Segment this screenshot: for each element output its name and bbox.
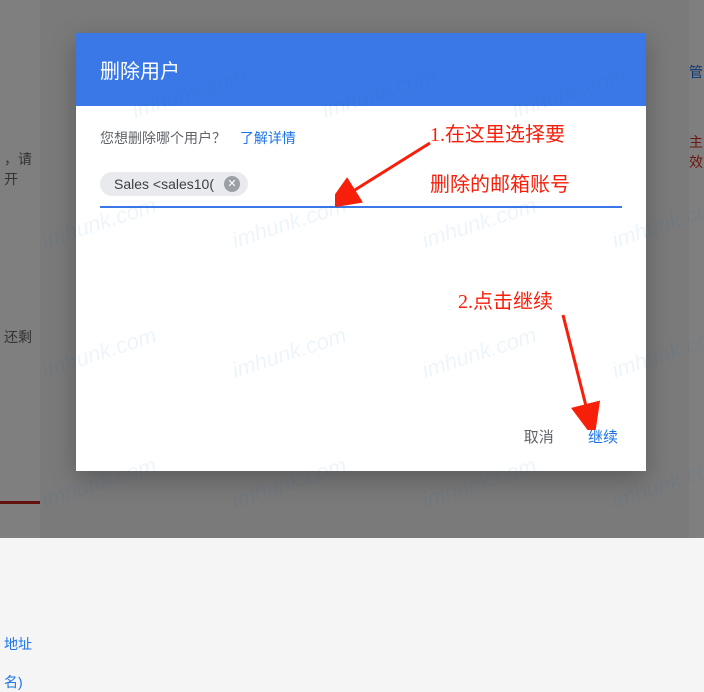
cancel-button[interactable]: 取消 [524, 429, 554, 446]
user-chip[interactable]: Sales <sales10( ✕ [100, 172, 248, 196]
bg-link-address[interactable]: 地址 [0, 634, 40, 654]
dialog-title: 删除用户 [76, 33, 646, 106]
chip-remove-icon[interactable]: ✕ [224, 176, 240, 192]
user-input-row[interactable]: Sales <sales10( ✕ [100, 172, 622, 208]
bg-link-name[interactable]: 名) [0, 672, 40, 692]
continue-button[interactable]: 继续 [588, 429, 618, 446]
delete-user-dialog: 删除用户 您想删除哪个用户？ 了解详情 Sales <sales10( ✕ 取消… [76, 33, 646, 471]
dialog-body: 您想删除哪个用户？ 了解详情 Sales <sales10( ✕ [76, 106, 646, 410]
chip-label: Sales <sales10( [114, 176, 214, 192]
learn-more-link[interactable]: 了解详情 [240, 130, 296, 146]
dialog-footer: 取消 继续 [76, 410, 646, 471]
prompt-text: 您想删除哪个用户？ [100, 130, 226, 146]
prompt-line: 您想删除哪个用户？ 了解详情 [100, 128, 622, 148]
